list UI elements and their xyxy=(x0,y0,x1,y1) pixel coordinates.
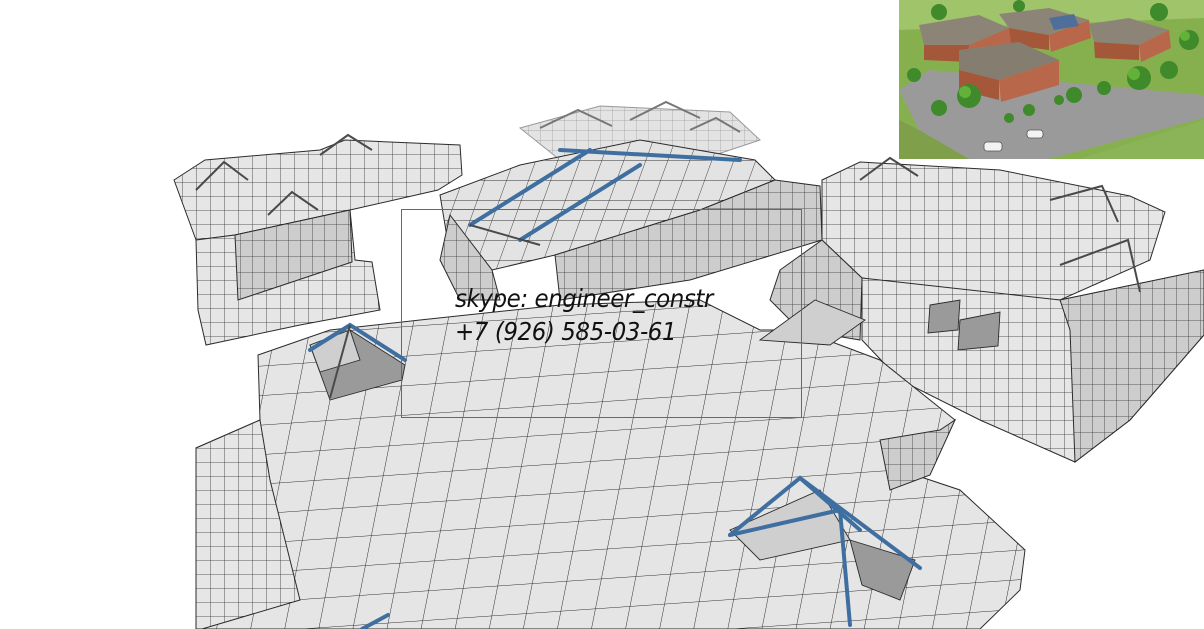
phone-contact: +7 (926) 585-03-61 xyxy=(455,317,677,346)
fem-model-viewport[interactable]: skype: engineer_constr +7 (926) 585-03-6… xyxy=(0,0,1204,629)
skype-contact: skype: engineer_constr xyxy=(455,284,713,313)
building-render-thumbnail xyxy=(899,0,1204,159)
contact-watermark: skype: engineer_constr +7 (926) 585-03-6… xyxy=(455,282,713,348)
render-image xyxy=(899,0,1204,159)
